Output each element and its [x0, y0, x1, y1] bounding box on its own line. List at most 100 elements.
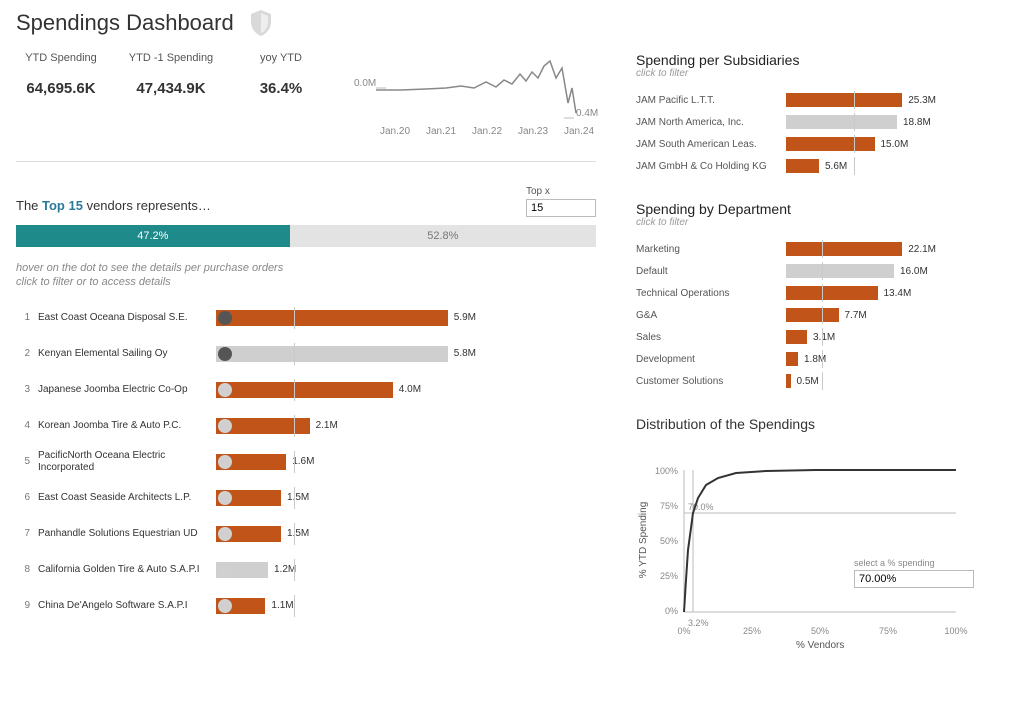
dot-icon[interactable] [218, 563, 232, 577]
vendor-row[interactable]: 2Kenyan Elemental Sailing Oy5.8M [16, 336, 596, 372]
dot-icon[interactable] [218, 311, 232, 325]
share-top-seg[interactable]: 47.2% [16, 225, 290, 247]
subsidiaries-chart[interactable]: JAM Pacific L.T.T.25.3MJAM North America… [636, 89, 996, 177]
sparkline-chart[interactable]: 0.0M 0.4M Jan.20 Jan.21 Jan.22 Jan.23 Ja… [346, 52, 606, 141]
vendor-bar[interactable]: 1.1M [216, 597, 476, 615]
top-vendors-sentence: The Top 15 vendors represents… [16, 198, 211, 213]
vendor-bar[interactable]: 5.8M [216, 345, 476, 363]
vendor-value: 5.9M [454, 312, 476, 323]
vendor-row[interactable]: 1East Coast Oceana Disposal S.E.5.9M [16, 300, 596, 336]
vendor-bar[interactable]: 1.5M [216, 489, 476, 507]
kpi-ytd: YTD Spending 64,695.6K [16, 52, 106, 97]
bar-track[interactable]: 16.0M [786, 264, 936, 278]
bar-value: 25.3M [908, 95, 936, 106]
vendor-reference-line [294, 487, 295, 509]
vendor-row[interactable]: 9 China De'Angelo Software S.A.P.I 1.1M [16, 588, 596, 624]
bar-value: 13.4M [884, 288, 912, 299]
dot-icon[interactable] [218, 491, 232, 505]
share-other-seg[interactable]: 52.8% [290, 225, 596, 247]
dot-icon[interactable] [218, 347, 232, 361]
topx-input[interactable] [526, 199, 596, 217]
bar-track[interactable]: 15.0M [786, 137, 936, 151]
vendor-bar[interactable]: 2.1M [216, 417, 476, 435]
bar-row[interactable]: Marketing 22.1M [636, 238, 996, 260]
bar-track[interactable]: 13.4M [786, 286, 936, 300]
bar-row[interactable]: G&A7.7M [636, 304, 996, 326]
vendor-row[interactable]: 3Japanese Joomba Electric Co-Op4.0M [16, 372, 596, 408]
departments-chart[interactable]: Marketing 22.1M Default16.0MTechnical Oper… [636, 238, 996, 392]
distribution-chart[interactable]: % YTD Spending 0% 25% 50% 75% 100% 70.0%… [636, 440, 976, 640]
bar-value: 5.6M [825, 161, 847, 172]
bar-track[interactable]: 22.1M [786, 242, 936, 256]
bar-track[interactable]: 18.8M [786, 115, 936, 129]
bar-track[interactable]: 7.7M [786, 308, 936, 322]
dot-icon[interactable] [218, 527, 232, 541]
svg-text:75%: 75% [879, 626, 897, 636]
vendor-bar-fill [216, 382, 393, 398]
vendor-reference-line [294, 595, 295, 617]
svg-text:3.2%: 3.2% [688, 618, 709, 628]
shield-icon [250, 10, 272, 36]
vendor-value: 1.6M [292, 456, 314, 467]
vendor-value: 1.1M [271, 600, 293, 611]
top-n-label[interactable]: Top 15 [42, 198, 83, 213]
kpi-prev-value: 47,434.9K [136, 80, 205, 97]
svg-text:70.0%: 70.0% [688, 502, 714, 512]
topx-label: Top x [526, 186, 550, 197]
bar-value: 22.1M [908, 244, 936, 255]
bar-fill [786, 242, 902, 256]
vendor-row[interactable]: 5PacificNorth Oceana Electric Incorporat… [16, 444, 596, 480]
vendor-row[interactable]: 4Korean Joomba Tire & Auto P.C.2.1M [16, 408, 596, 444]
bar-track[interactable]: 0.5M [786, 374, 936, 388]
vendor-row[interactable]: 8California Golden Tire & Auto S.A.P.I1.… [16, 552, 596, 588]
bar-row[interactable]: Default16.0M [636, 260, 996, 282]
vendor-rank: 9 [16, 600, 30, 611]
bar-value: 3.1M [813, 332, 835, 343]
dashboard-header: Spendings Dashboard [16, 10, 1008, 36]
vendor-bar[interactable]: 1.5M [216, 525, 476, 543]
top-share-bar[interactable]: 47.2% 52.8% [16, 225, 596, 247]
svg-text:Jan.20: Jan.20 [380, 126, 410, 137]
bar-reference-line [822, 284, 823, 302]
vendor-row[interactable]: 6East Coast Seaside Architects L.P.1.5M [16, 480, 596, 516]
vendor-bar[interactable]: 4.0M [216, 381, 476, 399]
bar-row[interactable]: Customer Solutions0.5M [636, 370, 996, 392]
dot-icon[interactable] [218, 599, 232, 613]
dot-icon[interactable] [218, 455, 232, 469]
vendor-name: China De'Angelo Software S.A.P.I [38, 600, 208, 612]
dot-icon[interactable] [218, 419, 232, 433]
bar-fill [786, 286, 878, 300]
bar-row[interactable]: Technical Operations13.4M [636, 282, 996, 304]
bar-label: JAM GmbH & Co Holding KG [636, 161, 786, 172]
percent-spending-input[interactable] [854, 570, 974, 588]
svg-text:0.4M: 0.4M [576, 108, 598, 119]
kpi-row: YTD Spending 64,695.6K YTD -1 Spending 4… [16, 52, 596, 162]
vendor-list: 1East Coast Oceana Disposal S.E.5.9M2Ken… [16, 300, 596, 624]
bar-row[interactable]: JAM South American Leas.15.0M [636, 133, 996, 155]
bar-track[interactable]: 1.8M [786, 352, 936, 366]
bar-track[interactable]: 5.6M [786, 159, 936, 173]
bar-track[interactable]: 3.1M [786, 330, 936, 344]
vendor-bar[interactable]: 1.6M [216, 453, 476, 471]
vendor-value: 4.0M [399, 384, 421, 395]
svg-text:% YTD Spending: % YTD Spending [638, 502, 649, 579]
bar-label: Development [636, 354, 786, 365]
kpi-prev: YTD -1 Spending 47,434.9K [126, 52, 216, 97]
vendor-bar[interactable]: 5.9M [216, 309, 476, 327]
dot-icon[interactable] [218, 383, 232, 397]
bar-row[interactable]: JAM North America, Inc.18.8M [636, 111, 996, 133]
bar-reference-line [854, 113, 855, 131]
bar-track[interactable]: 25.3M [786, 93, 936, 107]
bar-row[interactable]: Sales3.1M [636, 326, 996, 348]
vendor-bar[interactable]: 1.2M [216, 561, 476, 579]
bar-fill [786, 115, 897, 129]
bar-row[interactable]: Development1.8M [636, 348, 996, 370]
vendor-name: East Coast Seaside Architects L.P. [38, 492, 208, 504]
bar-label: Marketing [636, 244, 786, 255]
bar-row[interactable]: JAM Pacific L.T.T.25.3M [636, 89, 996, 111]
bar-row[interactable]: JAM GmbH & Co Holding KG 5.6M [636, 155, 996, 177]
departments-title: Spending by Department [636, 201, 996, 217]
vendor-row[interactable]: 7Panhandle Solutions Equestrian UD1.5M [16, 516, 596, 552]
svg-text:75%: 75% [660, 501, 678, 511]
page-title: Spendings Dashboard [16, 10, 234, 36]
